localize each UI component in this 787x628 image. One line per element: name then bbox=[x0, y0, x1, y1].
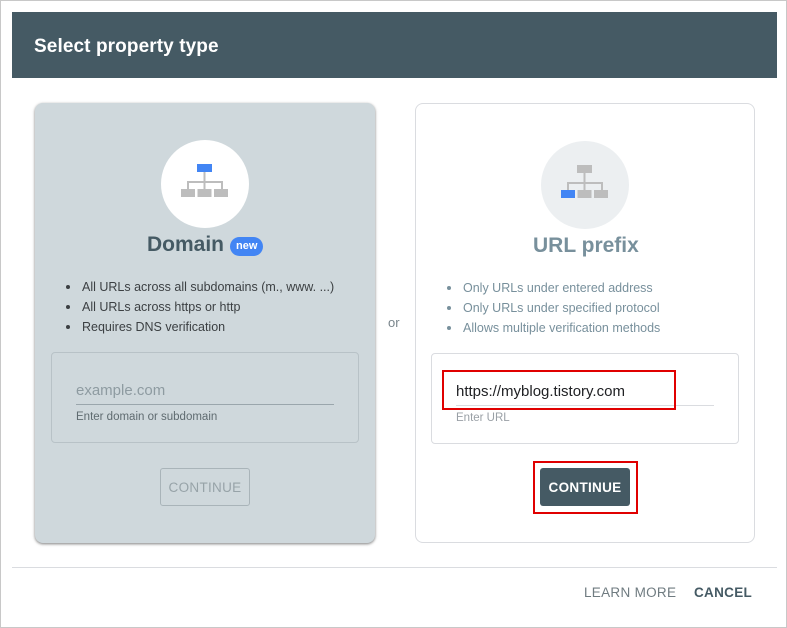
domain-feature-list: All URLs across all subdomains (m., www.… bbox=[63, 277, 334, 337]
domain-input[interactable] bbox=[76, 377, 334, 405]
sitemap-icon bbox=[561, 165, 608, 198]
url-prefix-card[interactable]: URL prefix Only URLs under entered addre… bbox=[415, 103, 755, 543]
domain-icon-circle bbox=[161, 140, 249, 228]
url-input-box: Enter URL bbox=[431, 353, 739, 444]
url-prefix-title: URL prefix bbox=[533, 234, 639, 257]
dialog: Select property type Domain new All URLs… bbox=[0, 0, 787, 628]
list-item: Only URLs under specified protocol bbox=[444, 298, 660, 318]
domain-card[interactable]: Domain new All URLs across all subdomain… bbox=[35, 103, 375, 543]
new-badge: new bbox=[230, 237, 264, 256]
domain-title: Domain bbox=[147, 233, 225, 256]
list-item: Requires DNS verification bbox=[63, 317, 334, 337]
url-prefix-feature-list: Only URLs under entered address Only URL… bbox=[444, 278, 660, 338]
or-separator: or bbox=[388, 315, 400, 330]
list-item: All URLs across https or http bbox=[63, 297, 334, 317]
domain-continue-button[interactable]: CONTINUE bbox=[160, 468, 250, 506]
dialog-title: Select property type bbox=[34, 36, 219, 57]
list-item: All URLs across all subdomains (m., www.… bbox=[63, 277, 334, 297]
footer-divider bbox=[12, 567, 777, 568]
learn-more-button[interactable]: LEARN MORE bbox=[584, 585, 676, 600]
sitemap-icon bbox=[181, 164, 228, 197]
list-item: Allows multiple verification methods bbox=[444, 318, 660, 338]
dialog-header: Select property type bbox=[12, 12, 777, 78]
cancel-button[interactable]: CANCEL bbox=[694, 585, 752, 600]
url-input-helper: Enter URL bbox=[456, 412, 510, 424]
url-input[interactable] bbox=[456, 378, 714, 406]
url-prefix-icon-circle bbox=[541, 141, 629, 229]
domain-input-helper: Enter domain or subdomain bbox=[76, 411, 218, 423]
domain-input-box: Enter domain or subdomain bbox=[51, 352, 359, 443]
url-prefix-continue-button[interactable]: CONTINUE bbox=[540, 468, 630, 506]
list-item: Only URLs under entered address bbox=[444, 278, 660, 298]
